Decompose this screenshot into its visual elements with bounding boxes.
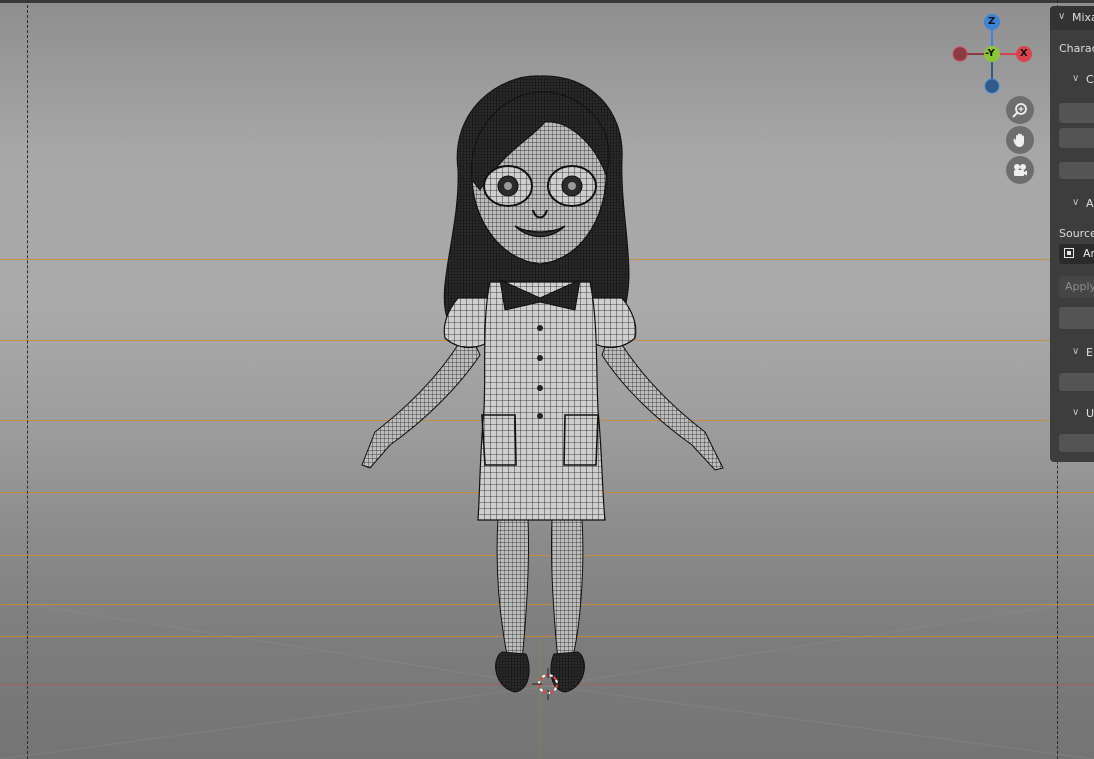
gizmo-neg-y-label: -Y <box>985 48 995 59</box>
property-button[interactable] <box>1059 162 1094 179</box>
armature-field[interactable]: Ar <box>1059 244 1094 264</box>
character-label: Charac <box>1059 42 1094 55</box>
panel-header[interactable]: ∨ Mixa <box>1050 6 1094 30</box>
dress-mesh <box>477 281 606 521</box>
gizmo-x-label: X <box>1020 48 1028 59</box>
right-arm-mesh <box>601 326 724 471</box>
section-c-header[interactable]: ∨ C <box>1050 68 1094 92</box>
apply-label: Apply <box>1065 280 1094 293</box>
navigation-gizmo[interactable]: Z X -Y <box>948 12 1036 96</box>
chevron-down-icon: ∨ <box>1072 407 1080 418</box>
right-leg-mesh <box>551 517 584 661</box>
section-a-label: A <box>1086 197 1094 210</box>
hand-pan-icon[interactable] <box>1006 126 1034 154</box>
3d-viewport[interactable]: Z X -Y <box>0 0 1094 759</box>
property-button[interactable] <box>1059 434 1094 452</box>
camera-frame-left <box>27 0 28 759</box>
armature-object-icon <box>1064 248 1074 258</box>
armature-value: Ar <box>1083 247 1094 260</box>
chevron-down-icon: ∨ <box>1072 197 1080 208</box>
section-e-label: E <box>1086 346 1093 359</box>
apply-button[interactable]: Apply <box>1059 276 1094 298</box>
property-button[interactable] <box>1059 373 1094 391</box>
3d-cursor-icon[interactable] <box>532 668 564 700</box>
panel-title: Mixa <box>1072 11 1094 24</box>
property-button[interactable] <box>1059 307 1094 329</box>
sidebar-panel[interactable]: ∨ Mixa Charac ∨ C ∨ A Source Ar Apply ∨ … <box>1050 6 1094 462</box>
section-u-header[interactable]: ∨ U <box>1050 402 1094 426</box>
property-field[interactable] <box>1059 103 1094 123</box>
left-leg-mesh <box>496 517 529 661</box>
gizmo-neg-z-axis <box>984 78 1000 94</box>
property-field[interactable] <box>1059 128 1094 148</box>
gizmo-neg-x-axis <box>952 46 968 62</box>
chevron-down-icon: ∨ <box>1072 73 1080 84</box>
left-arm-mesh <box>361 326 481 469</box>
camera-icon[interactable] <box>1006 156 1034 184</box>
left-shoe-mesh <box>495 651 530 693</box>
section-e-header[interactable]: ∨ E <box>1050 341 1094 365</box>
source-label: Source <box>1059 227 1094 240</box>
section-c-label: C <box>1086 73 1094 86</box>
zoom-icon[interactable] <box>1006 96 1034 124</box>
character-wireframe-mesh[interactable] <box>340 70 740 700</box>
chevron-down-icon: ∨ <box>1072 346 1080 357</box>
section-u-label: U <box>1086 407 1094 420</box>
section-a-header[interactable]: ∨ A <box>1050 192 1094 216</box>
chevron-down-icon: ∨ <box>1058 11 1066 22</box>
gizmo-z-label: Z <box>988 16 996 27</box>
